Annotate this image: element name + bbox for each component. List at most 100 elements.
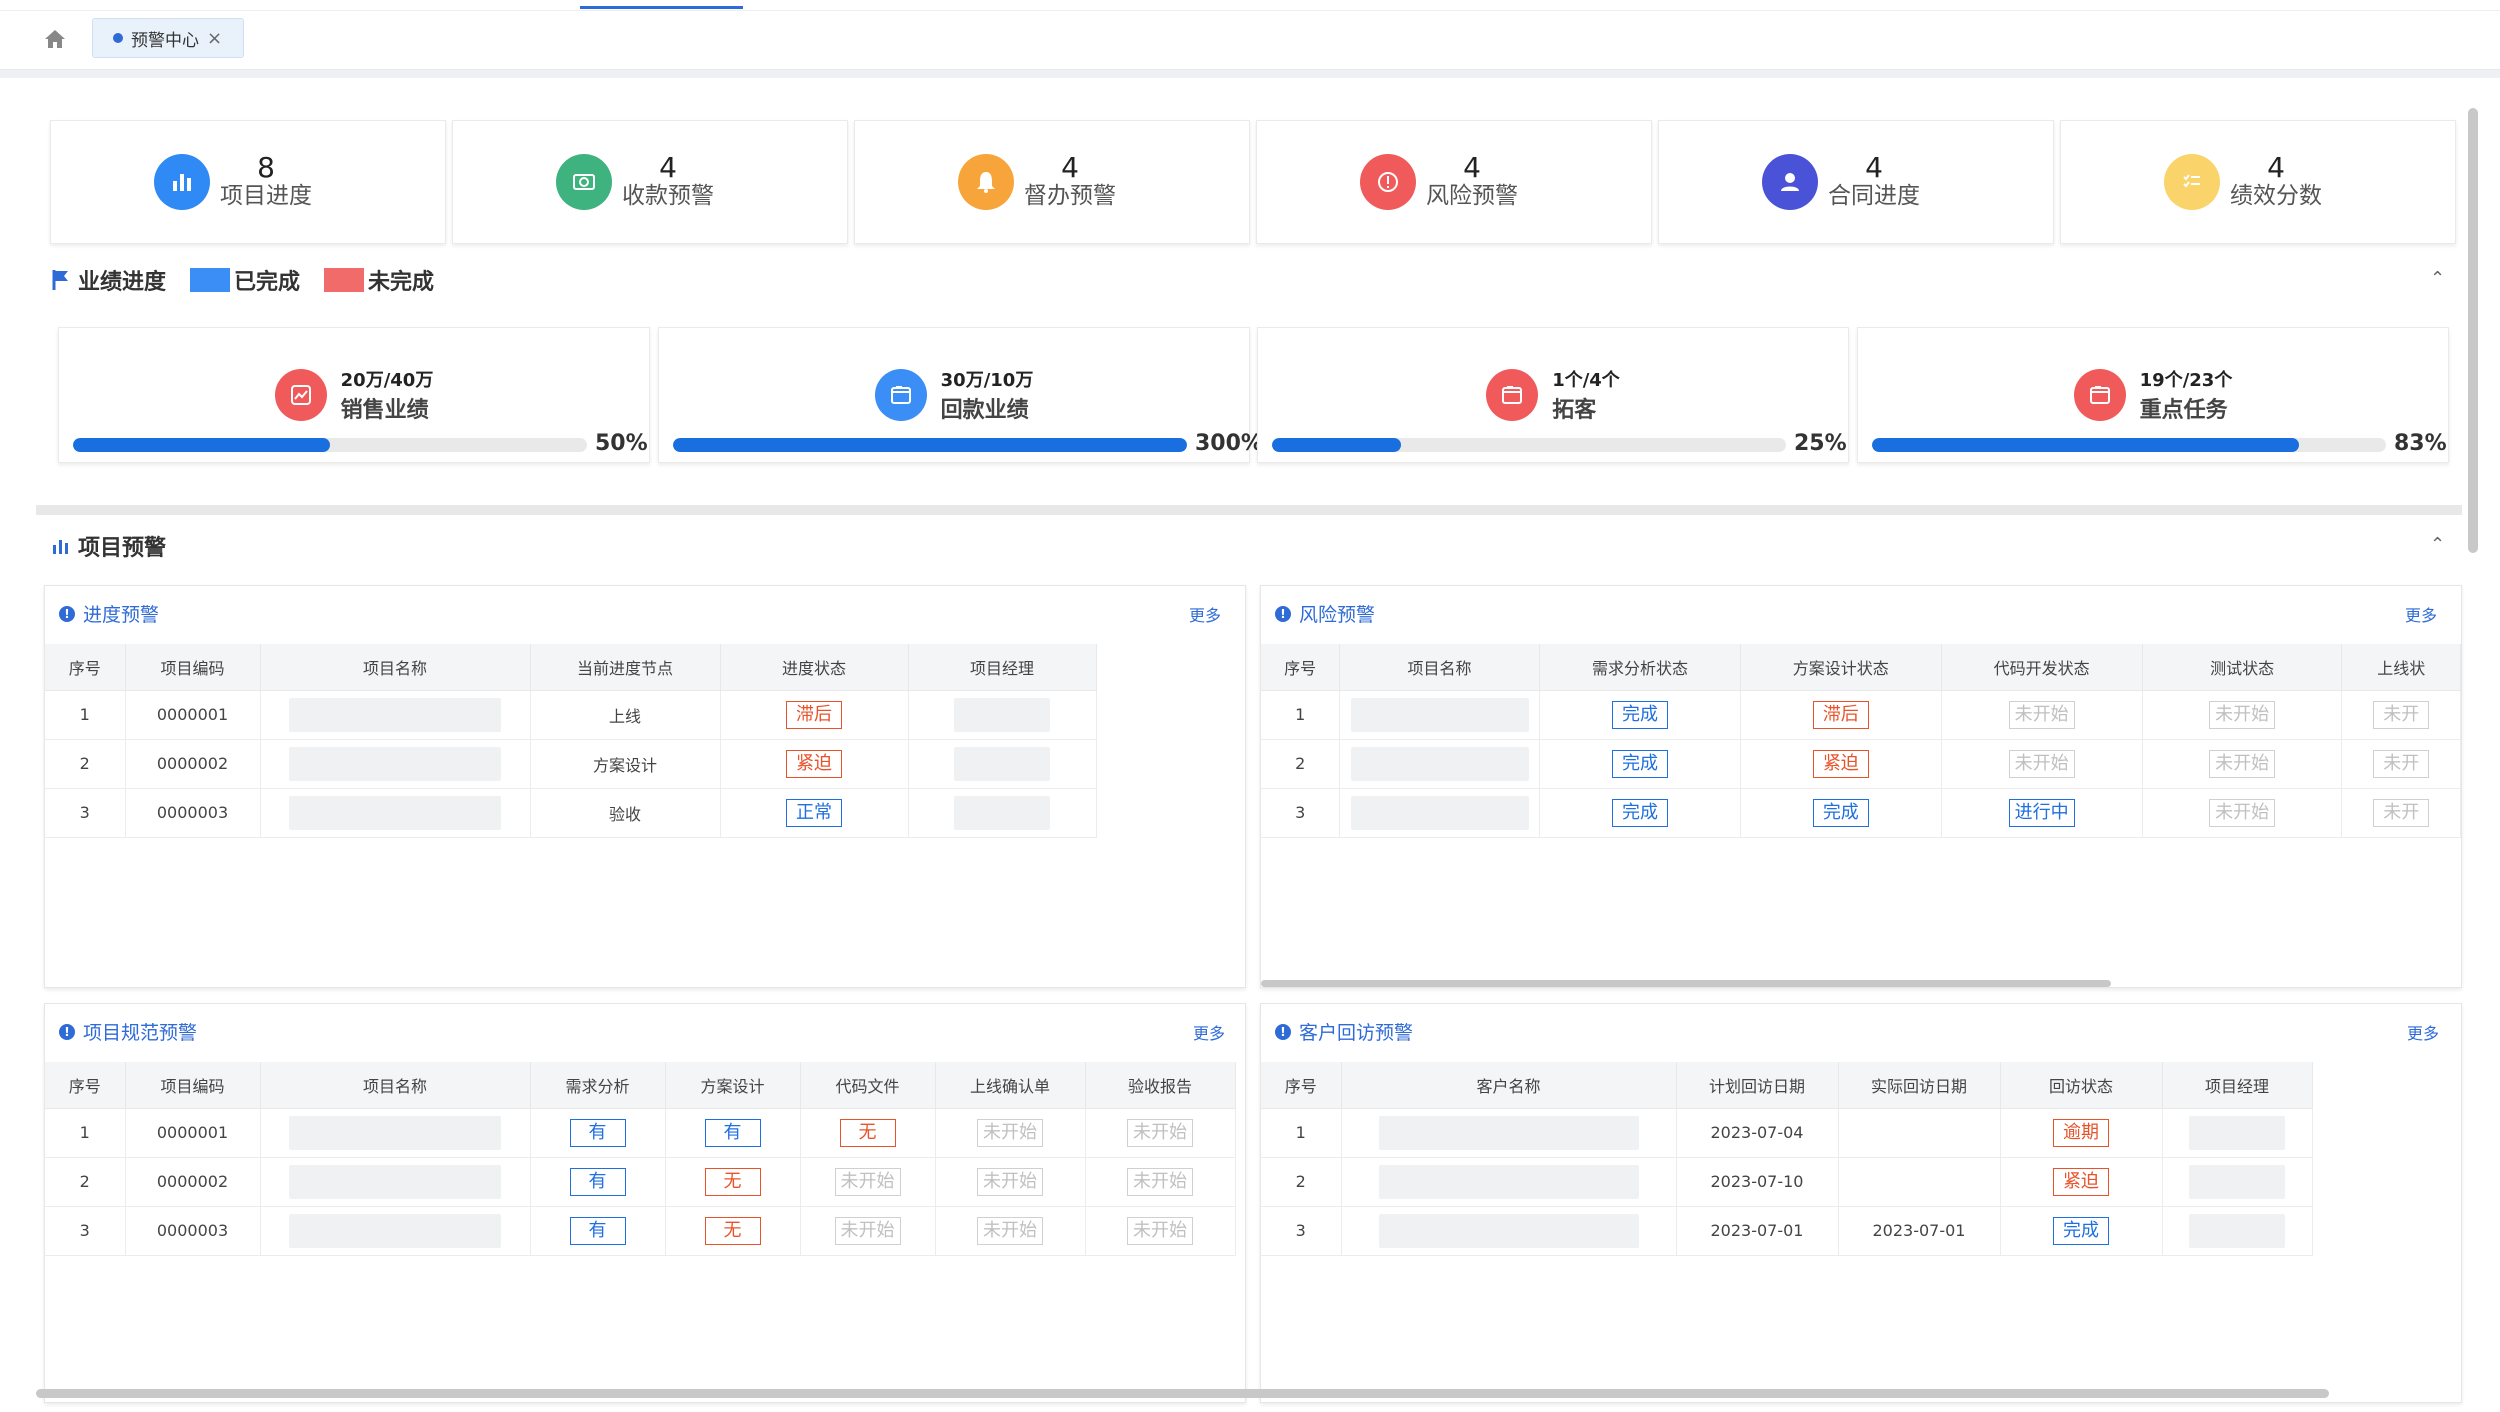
column-header[interactable]: 代码开发状态 <box>1941 644 2143 691</box>
column-header[interactable]: 项目经理 <box>908 644 1097 691</box>
vertical-scrollbar[interactable] <box>2468 108 2478 553</box>
column-header[interactable]: 序号 <box>45 644 126 691</box>
performance-card-1[interactable]: 20万/40万 销售业绩 50% <box>58 327 650 463</box>
column-header[interactable]: 验收报告 <box>1085 1062 1236 1109</box>
panel-title: ! 风险预警 <box>1275 600 1375 627</box>
performance-text: 1个/4个 拓客 <box>1552 366 1620 424</box>
column-header[interactable]: 需求分析 <box>530 1062 666 1109</box>
risk-warning-panel: ! 风险预警 更多 序号 项目名称 需求分析状态 方案设计状态 代码开发状态 测试状态 上线状… <box>1260 585 2462 988</box>
stat-label: 绩效分数 <box>2230 183 2322 209</box>
project-code: 0000003 <box>125 788 261 838</box>
column-header[interactable]: 方案设计 <box>665 1062 801 1109</box>
status-badge: 紧迫 <box>786 749 842 778</box>
home-icon <box>45 30 65 48</box>
placeholder-cell <box>1378 1213 1639 1248</box>
column-header[interactable]: 当前进度节点 <box>530 644 721 691</box>
more-link[interactable]: 更多 <box>2405 602 2437 626</box>
column-header[interactable]: 项目经理 <box>2162 1062 2313 1109</box>
status-badge: 有 <box>569 1118 626 1147</box>
status-badge: 无 <box>839 1118 896 1147</box>
row-number: 1 <box>1261 1108 1342 1158</box>
column-header[interactable]: 项目名称 <box>260 644 531 691</box>
progress-bar-fill <box>73 438 330 452</box>
column-header[interactable]: 上线状 <box>2341 644 2461 691</box>
performance-card-4[interactable]: 19个/23个 重点任务 83% <box>1857 327 2449 463</box>
stat-text: 4 风险预警 <box>1426 154 1518 210</box>
row-number: 2 <box>1261 739 1341 789</box>
status-badge: 未开始 <box>2209 700 2276 729</box>
panel-title-text: 客户回访预警 <box>1299 1022 1414 1044</box>
chevron-up-icon[interactable]: ⌃ <box>2430 534 2445 555</box>
status-badge: 未开始 <box>1127 1167 1193 1196</box>
stat-card-6[interactable]: 4 绩效分数 <box>2060 120 2456 244</box>
tab-warning-center[interactable]: 预警中心 × <box>92 18 244 58</box>
status-badge: 紧迫 <box>1812 749 1869 778</box>
stat-card-4[interactable]: 4 风险预警 <box>1256 120 1652 244</box>
column-header[interactable]: 测试状态 <box>2142 644 2343 691</box>
column-header[interactable]: 上线确认单 <box>935 1062 1086 1109</box>
more-link[interactable]: 更多 <box>1193 1020 1225 1044</box>
table-row[interactable]: 1 完成 滞后 未开始 未开始 未开 <box>1261 690 2461 740</box>
close-icon[interactable]: × <box>207 28 222 49</box>
column-header[interactable]: 客户名称 <box>1341 1062 1677 1109</box>
more-link[interactable]: 更多 <box>1189 602 1221 626</box>
chevron-up-icon[interactable]: ⌃ <box>2430 268 2445 289</box>
progress-bar-fill <box>1872 438 2299 452</box>
table-row[interactable]: 2 完成 紧迫 未开始 未开始 未开 <box>1261 739 2461 789</box>
table-row[interactable]: 1 0000001 上线 滞后 <box>45 690 1097 740</box>
column-header[interactable]: 代码文件 <box>800 1062 936 1109</box>
page-horizontal-scrollbar[interactable] <box>36 1389 2329 1398</box>
column-header[interactable]: 计划回访日期 <box>1676 1062 1839 1109</box>
planned-date: 2023-07-04 <box>1676 1108 1839 1158</box>
placeholder-cell <box>2189 1164 2285 1199</box>
table-row[interactable]: 1 0000001 有 有 无 未开始 未开始 <box>45 1108 1236 1158</box>
row-number: 1 <box>1261 690 1341 740</box>
column-header[interactable]: 实际回访日期 <box>1838 1062 2001 1109</box>
performance-card-3[interactable]: 1个/4个 拓客 25% <box>1257 327 1849 463</box>
row-number: 3 <box>1261 1206 1342 1256</box>
more-link[interactable]: 更多 <box>2407 1020 2439 1044</box>
status-badge: 未开始 <box>977 1216 1043 1245</box>
horizontal-scrollbar[interactable] <box>1261 980 2111 987</box>
column-header[interactable]: 序号 <box>1261 1062 1342 1109</box>
stat-card-3[interactable]: 4 督办预警 <box>854 120 1250 244</box>
column-header[interactable]: 项目名称 <box>260 1062 531 1109</box>
table-row[interactable]: 3 0000003 验收 正常 <box>45 788 1097 838</box>
table-row[interactable]: 3 2023-07-01 2023-07-01 完成 <box>1261 1206 2313 1256</box>
status-badge: 完成 <box>1611 798 1668 827</box>
stat-text: 8 项目进度 <box>220 154 312 210</box>
performance-card-2[interactable]: 30万/10万 回款业绩 300% <box>658 327 1263 463</box>
info-icon: ! <box>59 605 75 622</box>
table-row[interactable]: 1 2023-07-04 逾期 <box>1261 1108 2313 1158</box>
table-row[interactable]: 2 2023-07-10 紧迫 <box>1261 1157 2313 1207</box>
column-header[interactable]: 方案设计状态 <box>1740 644 1942 691</box>
progress-bar-fill <box>1272 438 1401 452</box>
table-row[interactable]: 3 完成 完成 进行中 未开始 未开 <box>1261 788 2461 838</box>
table-row[interactable]: 2 0000002 有 无 未开始 未开始 未开始 <box>45 1157 1236 1207</box>
table-row[interactable]: 3 0000003 有 无 未开始 未开始 未开始 <box>45 1206 1236 1256</box>
column-header[interactable]: 项目编码 <box>125 644 261 691</box>
placeholder-cell <box>1378 1164 1639 1199</box>
stat-card-5[interactable]: 4 合同进度 <box>1658 120 2054 244</box>
planned-date: 2023-07-01 <box>1676 1206 1839 1256</box>
status-badge: 未开始 <box>977 1167 1043 1196</box>
stat-text: 4 绩效分数 <box>2230 154 2322 210</box>
stat-card-2[interactable]: 4 收款预警 <box>452 120 848 244</box>
top-bar: 预警中心 × <box>0 0 2500 70</box>
stat-card-1[interactable]: 8 项目进度 <box>50 120 446 244</box>
stat-count: 4 <box>1865 151 1883 184</box>
column-header[interactable]: 进度状态 <box>720 644 909 691</box>
panel-title-text: 风险预警 <box>1299 604 1376 626</box>
stat-text: 4 收款预警 <box>622 154 714 210</box>
column-header[interactable]: 项目名称 <box>1339 644 1540 691</box>
progress-node: 上线 <box>530 690 721 740</box>
panel-title-text: 项目规范预警 <box>83 1022 198 1044</box>
column-header[interactable]: 回访状态 <box>2000 1062 2163 1109</box>
column-header[interactable]: 序号 <box>1261 644 1341 691</box>
column-header[interactable]: 需求分析状态 <box>1539 644 1742 691</box>
column-header[interactable]: 项目编码 <box>125 1062 261 1109</box>
table-row[interactable]: 2 0000002 方案设计 紧迫 <box>45 739 1097 789</box>
column-header[interactable]: 序号 <box>45 1062 126 1109</box>
home-button[interactable] <box>40 24 70 54</box>
progress-bar <box>73 438 587 452</box>
